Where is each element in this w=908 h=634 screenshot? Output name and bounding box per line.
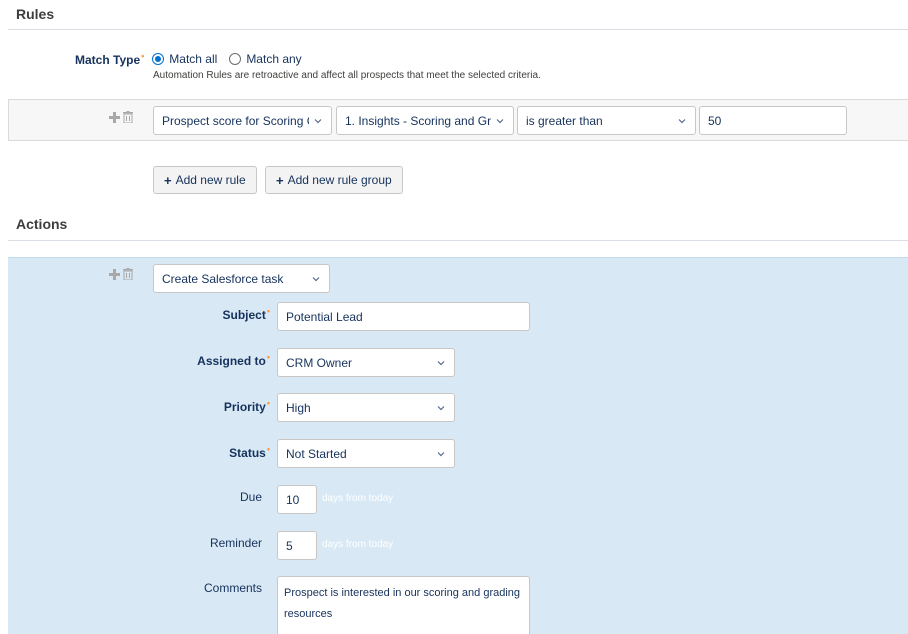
subject-input[interactable]: Potential Lead (277, 302, 530, 331)
comments-line-1: Prospect is interested in our scoring an… (284, 587, 521, 599)
status-value: Not Started (286, 446, 347, 461)
comments-label: Comments (203, 581, 262, 595)
chevron-down-icon (314, 118, 322, 123)
comments-line-2: resources (284, 608, 333, 620)
add-new-rule-group-button[interactable]: + Add new rule group (265, 166, 403, 194)
section-divider (8, 29, 908, 30)
trash-icon[interactable] (123, 111, 133, 123)
due-hint: days from today (322, 493, 394, 504)
add-new-rule-group-label: Add new rule group (287, 173, 392, 187)
action-type-value: Create Salesforce task (162, 271, 284, 286)
rule-operator-select[interactable]: is greater than (517, 106, 696, 135)
rule-field-select[interactable]: Prospect score for Scoring Ca (153, 106, 332, 135)
rule-operator-value: is greater than (526, 113, 603, 128)
action-type-select[interactable]: Create Salesforce task (153, 264, 330, 293)
rule-value-input[interactable]: 50 (699, 106, 847, 135)
plus-icon[interactable] (109, 268, 120, 280)
plus-icon: + (164, 172, 172, 188)
chevron-down-icon (678, 118, 686, 123)
action-row-controls (109, 268, 133, 280)
subject-label: Subject• (222, 306, 271, 322)
reminder-label: Reminder (209, 536, 262, 550)
status-label: Status• (229, 444, 270, 460)
due-label: Due (239, 490, 262, 504)
chevron-down-icon (437, 360, 445, 365)
match-any-option[interactable]: Match any (229, 52, 302, 66)
plus-icon: + (276, 172, 284, 188)
priority-select[interactable]: High (277, 393, 455, 422)
assigned-to-label: Assigned to• (197, 352, 270, 368)
add-new-rule-button[interactable]: + Add new rule (153, 166, 257, 194)
comments-textarea[interactable]: Prospect is interested in our scoring an… (277, 576, 530, 634)
due-input[interactable]: 10 (277, 485, 317, 514)
rule-row-controls (109, 111, 133, 123)
match-any-radio[interactable] (229, 53, 242, 65)
match-all-radio[interactable] (152, 53, 165, 65)
match-type-label: Match Type• (75, 51, 145, 67)
chevron-down-icon (437, 451, 445, 456)
rule-category-value: 1. Insights - Scoring and Grac (345, 113, 491, 128)
assigned-to-value: CRM Owner (286, 355, 353, 370)
section-divider (8, 240, 908, 241)
rule-category-select[interactable]: 1. Insights - Scoring and Grac (336, 106, 514, 135)
match-type-help-text: Automation Rules are retroactive and aff… (153, 70, 541, 81)
match-all-label: Match all (169, 52, 218, 66)
priority-label: Priority• (223, 398, 270, 414)
trash-icon[interactable] (123, 268, 133, 280)
actions-section-title: Actions (16, 216, 68, 232)
match-type-row: Match Type• Match all Match any (75, 51, 314, 67)
status-select[interactable]: Not Started (277, 439, 455, 468)
match-all-option[interactable]: Match all (152, 52, 217, 66)
rules-section-title: Rules (16, 6, 55, 22)
match-any-label: Match any (246, 52, 302, 66)
reminder-hint: days from today (322, 539, 394, 550)
assigned-to-select[interactable]: CRM Owner (277, 348, 455, 377)
reminder-input[interactable]: 5 (277, 531, 317, 560)
chevron-down-icon (437, 405, 445, 410)
chevron-down-icon (312, 276, 320, 281)
rule-field-value: Prospect score for Scoring Ca (162, 113, 309, 128)
plus-icon[interactable] (109, 111, 120, 123)
priority-value: High (286, 400, 311, 415)
add-new-rule-label: Add new rule (175, 173, 246, 187)
chevron-down-icon (496, 118, 504, 123)
